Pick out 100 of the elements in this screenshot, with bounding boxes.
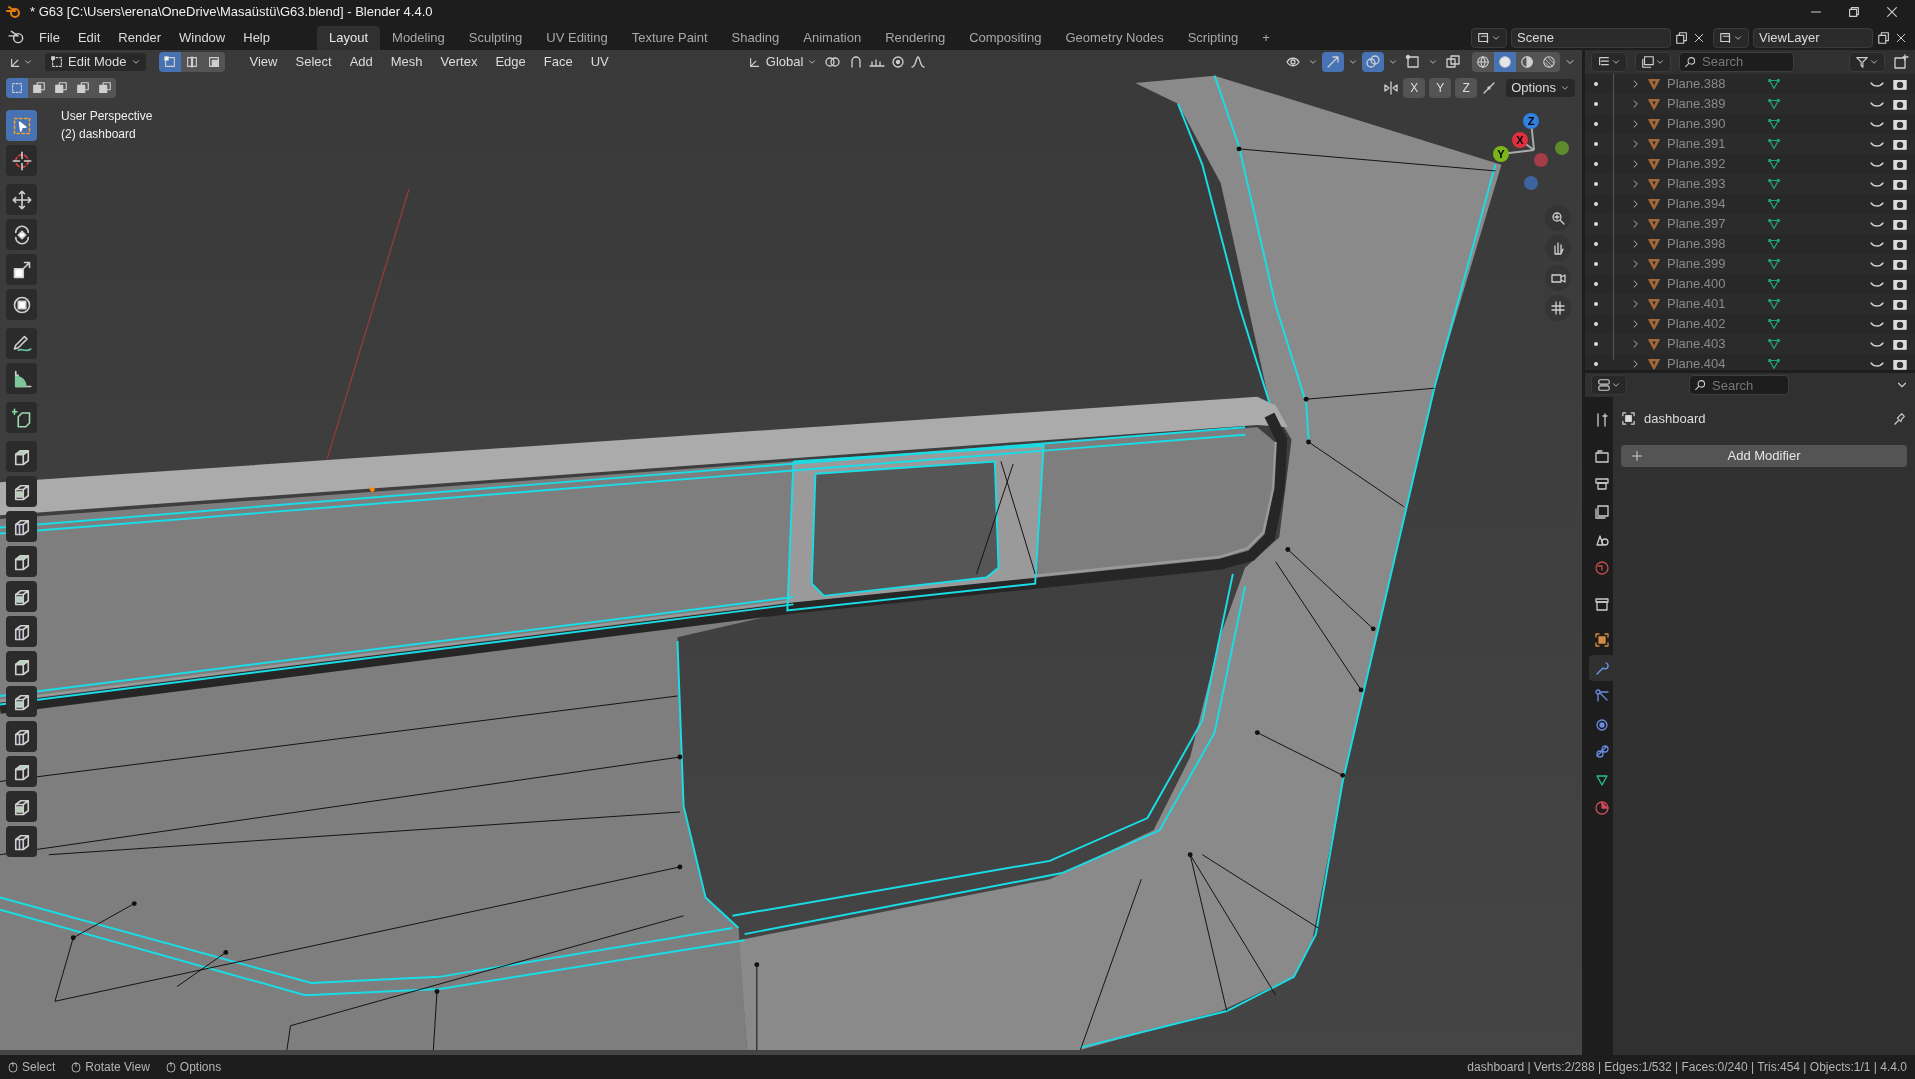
workspace-tab[interactable]: Animation	[791, 26, 874, 50]
mesh-data-icon[interactable]	[1767, 236, 1781, 251]
view-menu[interactable]: Face	[536, 52, 580, 72]
menu-item[interactable]: Edit	[68, 26, 110, 50]
view-control-button[interactable]	[1545, 235, 1571, 261]
view-layer-menu[interactable]	[1713, 28, 1749, 48]
copy-icon[interactable]	[1675, 31, 1689, 45]
workspace-tab[interactable]: Texture Paint	[619, 26, 720, 50]
view-menu[interactable]: Edge	[488, 52, 533, 72]
view-control-button[interactable]	[1545, 295, 1571, 321]
tool-button[interactable]	[6, 721, 37, 752]
filter-menu[interactable]	[1849, 51, 1885, 72]
workspace-tab[interactable]: Scripting	[1175, 26, 1251, 50]
filter-mode-menu[interactable]	[1635, 51, 1671, 72]
outliner-row[interactable]: Plane.392	[1585, 153, 1915, 174]
caret-icon[interactable]	[1388, 57, 1398, 67]
shading-button[interactable]	[1472, 52, 1494, 72]
shading-button[interactable]	[1538, 52, 1560, 72]
menu-item[interactable]: Render	[109, 26, 170, 50]
orientation-menu[interactable]: Global	[744, 52, 821, 72]
view-menu[interactable]: UV	[583, 52, 616, 72]
options-menu[interactable]: Options	[1505, 78, 1576, 98]
tool-button[interactable]	[6, 184, 37, 215]
mesh-data-icon[interactable]	[1767, 116, 1781, 131]
view-control-button[interactable]	[1545, 265, 1571, 291]
mesh-data-icon[interactable]	[1767, 156, 1781, 171]
search-field[interactable]: Search	[1689, 375, 1789, 395]
tool-button[interactable]	[6, 254, 37, 285]
mesh-data-icon[interactable]	[1767, 136, 1781, 151]
toggle-button[interactable]	[1362, 52, 1384, 72]
copy-icon[interactable]	[1877, 31, 1891, 45]
view-control-button[interactable]	[1545, 205, 1571, 231]
workspace-tab[interactable]: Modeling	[380, 26, 457, 50]
mesh-data-icon[interactable]	[1767, 256, 1781, 271]
mode-menu[interactable]: Edit Mode	[44, 52, 147, 72]
outliner-row[interactable]: Plane.394	[1585, 193, 1915, 214]
shading-button[interactable]	[1516, 52, 1538, 72]
scene-menu[interactable]	[1471, 28, 1507, 48]
outliner-row[interactable]: Plane.400	[1585, 273, 1915, 294]
toggle-button[interactable]	[1322, 52, 1344, 72]
proportional-edit-icon[interactable]	[890, 54, 907, 70]
tool-button[interactable]	[6, 476, 37, 507]
add-modifier-button[interactable]: Add Modifier	[1621, 444, 1907, 467]
pin-icon[interactable]	[1893, 411, 1907, 426]
axis-button[interactable]: X	[1403, 78, 1426, 98]
select-mode-button[interactable]	[202, 52, 225, 72]
axis-button[interactable]: Y	[1429, 78, 1452, 98]
workspace-tab[interactable]: Layout	[317, 26, 381, 50]
close-icon[interactable]	[1895, 32, 1907, 44]
mesh-data-icon[interactable]	[1767, 76, 1781, 91]
search-field[interactable]: Search	[1679, 51, 1794, 72]
display-mode-menu[interactable]	[1591, 51, 1627, 72]
mesh-data-icon[interactable]	[1767, 196, 1781, 211]
tool-button[interactable]	[6, 651, 37, 682]
tool-button[interactable]	[6, 616, 37, 647]
select-mode-button[interactable]	[180, 52, 203, 72]
mesh-data-icon[interactable]	[1767, 356, 1781, 370]
outliner-row[interactable]: Plane.390	[1585, 113, 1915, 134]
workspace-tab[interactable]: UV Editing	[534, 26, 620, 50]
workspace-tab[interactable]: Geometry Nodes	[1053, 26, 1176, 50]
caret-icon[interactable]	[1428, 57, 1438, 67]
tool-button[interactable]	[6, 686, 37, 717]
select-mode-button[interactable]	[158, 52, 181, 72]
selection-mode-button[interactable]	[94, 78, 116, 98]
falloff-curve-icon[interactable]	[910, 54, 927, 70]
view-menu[interactable]: Select	[288, 52, 339, 72]
close-icon[interactable]	[1693, 32, 1705, 44]
maximize-icon[interactable]	[1847, 5, 1861, 19]
workspace-tab[interactable]: Shading	[719, 26, 792, 50]
editor-type-menu[interactable]	[1591, 375, 1627, 395]
menu-item[interactable]: File	[30, 26, 69, 50]
workspace-tab[interactable]: Sculpting	[456, 26, 535, 50]
axis-button[interactable]: Z	[1455, 78, 1478, 98]
tool-button[interactable]	[6, 363, 37, 394]
tool-button[interactable]	[6, 826, 37, 857]
shading-button[interactable]	[1494, 52, 1516, 72]
new-collection-icon[interactable]	[1893, 53, 1909, 70]
tool-button[interactable]	[6, 402, 37, 433]
menu-item[interactable]: Window	[170, 26, 235, 50]
tool-button[interactable]	[6, 791, 37, 822]
mesh-data-icon[interactable]	[1767, 176, 1781, 191]
outliner-row[interactable]: Plane.398	[1585, 233, 1915, 254]
tool-button[interactable]	[6, 289, 37, 320]
mirror-icon[interactable]	[1383, 80, 1400, 96]
selection-mode-button[interactable]	[28, 78, 50, 98]
outliner-row[interactable]: Plane.404	[1585, 353, 1915, 370]
tool-button[interactable]	[6, 546, 37, 577]
selection-mode-button[interactable]	[6, 78, 28, 98]
tool-button[interactable]	[6, 756, 37, 787]
outliner-row[interactable]: Plane.388	[1585, 73, 1915, 94]
view-menu[interactable]: Vertex	[433, 52, 485, 72]
add-workspace-button[interactable]: +	[1250, 26, 1282, 50]
tool-button[interactable]	[6, 145, 37, 176]
navigation-gizmo[interactable]: Z X Y	[1486, 110, 1576, 200]
tool-button[interactable]	[6, 581, 37, 612]
tool-button[interactable]	[6, 328, 37, 359]
mesh-data-icon[interactable]	[1767, 336, 1781, 351]
outliner-row[interactable]: Plane.402	[1585, 313, 1915, 334]
view-menu[interactable]: Mesh	[383, 52, 430, 72]
mesh-data-icon[interactable]	[1767, 296, 1781, 311]
